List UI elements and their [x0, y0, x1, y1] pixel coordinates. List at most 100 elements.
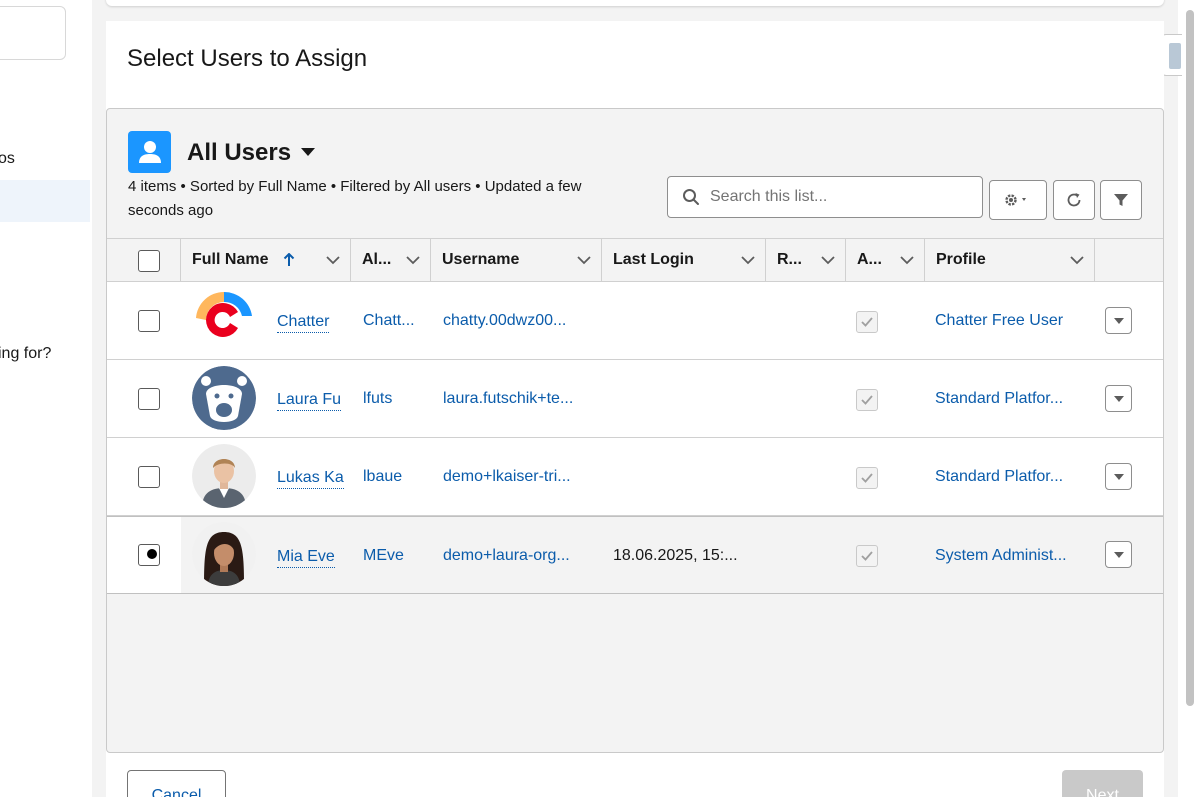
username-cell: demo+lkaiser-tri... [443, 438, 598, 516]
column-header-active[interactable]: A... [846, 239, 925, 282]
row-actions-button[interactable] [1105, 463, 1132, 490]
chevron-down-icon[interactable] [900, 255, 914, 265]
filter-button[interactable] [1100, 180, 1142, 220]
full-name-cell: Chatter [277, 282, 349, 360]
cancel-button[interactable]: Cancel [127, 770, 226, 797]
full-name-cell: Lukas Ka [277, 438, 349, 516]
alias-link[interactable]: Chatt... [363, 312, 415, 330]
user-name-link[interactable]: Lukas Ka [277, 469, 344, 489]
column-label: Al... [362, 251, 392, 268]
row-select-cell [107, 360, 181, 437]
assign-users-modal: Select Users to Assign All Users 4 items… [106, 21, 1164, 797]
profile-link[interactable]: System Administ... [935, 547, 1067, 565]
row-checkbox[interactable] [138, 544, 160, 566]
row-checkbox[interactable] [138, 466, 160, 488]
table-row[interactable]: Laura Fu lfuts laura.futschik+te... Stan… [107, 360, 1163, 438]
column-header-role[interactable]: R... [766, 239, 846, 282]
username-cell: chatty.00dwz00... [443, 282, 598, 360]
avatar [192, 444, 256, 508]
profile-cell: Standard Platfor... [935, 360, 1093, 438]
table-row[interactable]: Mia Eve MEve demo+laura-org... 18.06.202… [107, 516, 1163, 595]
profile-link[interactable]: Chatter Free User [935, 312, 1063, 330]
column-header-profile[interactable]: Profile [925, 239, 1095, 282]
row-select-cell [107, 282, 181, 359]
row-select-cell [107, 517, 181, 593]
active-checkbox [856, 545, 878, 567]
column-label: A... [857, 251, 882, 268]
column-header-username[interactable]: Username [431, 239, 602, 282]
list-view-card: All Users 4 items • Sorted by Full Name … [106, 108, 1164, 753]
avatar [192, 288, 256, 352]
caret-down-icon [1113, 395, 1124, 402]
row-checkbox[interactable] [138, 310, 160, 332]
chevron-down-icon[interactable] [406, 255, 420, 265]
last-login-value: 18.06.2025, 15:... [613, 547, 738, 564]
background-text: os [0, 150, 15, 167]
row-select-cell [107, 438, 181, 515]
column-label: Username [442, 251, 520, 268]
search-box[interactable] [667, 176, 983, 218]
chevron-down-icon[interactable] [1070, 255, 1084, 265]
column-header-last-login[interactable]: Last Login [602, 239, 766, 282]
alias-link[interactable]: lbaue [363, 468, 402, 486]
avatar [192, 366, 256, 430]
chevron-down-icon[interactable] [741, 255, 755, 265]
username-link[interactable]: chatty.00dwz00... [443, 312, 566, 330]
column-header-alias[interactable]: Al... [351, 239, 431, 282]
user-name-link[interactable]: Chatter [277, 313, 330, 333]
gear-icon [1005, 194, 1026, 206]
background-input-box [0, 6, 66, 60]
panel-toggle-icon [1169, 43, 1181, 69]
column-header-full-name[interactable]: Full Name [181, 239, 351, 282]
checkmark-icon [861, 317, 873, 327]
alias-cell: Chatt... [363, 282, 427, 360]
column-label: Profile [936, 251, 986, 268]
chevron-down-icon[interactable] [821, 255, 835, 265]
background-card [106, 0, 1164, 6]
chevron-down-icon[interactable] [577, 255, 591, 265]
select-all-checkbox[interactable] [138, 250, 160, 272]
refresh-icon [1067, 193, 1081, 207]
caret-down-icon [1113, 473, 1124, 480]
filter-icon [1114, 194, 1128, 206]
next-button[interactable]: Next [1062, 770, 1143, 797]
table-row[interactable]: Chatter Chatt... chatty.00dwz00... Chatt… [107, 282, 1163, 360]
user-name-link[interactable]: Laura Fu [277, 391, 342, 411]
username-link[interactable]: demo+lkaiser-tri... [443, 468, 571, 486]
scrollbar[interactable] [1186, 10, 1194, 706]
active-checkbox [856, 311, 878, 333]
search-input[interactable] [710, 177, 970, 217]
table-row[interactable]: Lukas Ka lbaue demo+lkaiser-tri... Stand… [107, 438, 1163, 516]
full-name-cell: Laura Fu [277, 360, 349, 438]
row-checkbox[interactable] [138, 388, 160, 410]
row-actions-button[interactable] [1105, 385, 1132, 412]
table-header: Full Name Al... Username Last Login R...… [107, 238, 1163, 282]
checkmark-icon [861, 551, 873, 561]
username-link[interactable]: demo+laura-org... [443, 547, 570, 565]
last-login-cell: 18.06.2025, 15:... [613, 517, 763, 595]
refresh-button[interactable] [1053, 180, 1095, 220]
row-actions-button[interactable] [1105, 307, 1132, 334]
active-checkbox [856, 467, 878, 489]
profile-link[interactable]: Standard Platfor... [935, 468, 1063, 486]
profile-cell: System Administ... [935, 517, 1093, 595]
list-view-title[interactable]: All Users [187, 139, 291, 167]
chevron-down-icon[interactable] [301, 148, 315, 156]
search-icon [682, 188, 700, 211]
username-link[interactable]: laura.futschik+te... [443, 390, 573, 408]
user-name-link[interactable]: Mia Eve [277, 548, 335, 568]
alias-cell: lbaue [363, 438, 427, 516]
checkmark-icon [861, 395, 873, 405]
alias-link[interactable]: lfuts [363, 390, 392, 408]
modal-footer: Cancel Next [106, 753, 1164, 797]
checkmark-icon [861, 473, 873, 483]
background-highlight [0, 180, 90, 222]
alias-link[interactable]: MEve [363, 547, 404, 565]
chevron-down-icon[interactable] [326, 255, 340, 265]
column-label: R... [777, 251, 802, 268]
profile-link[interactable]: Standard Platfor... [935, 390, 1063, 408]
last-login-cell [613, 282, 763, 360]
row-actions-button[interactable] [1105, 541, 1132, 568]
list-settings-button[interactable] [989, 180, 1047, 220]
caret-down-icon [1113, 551, 1124, 558]
